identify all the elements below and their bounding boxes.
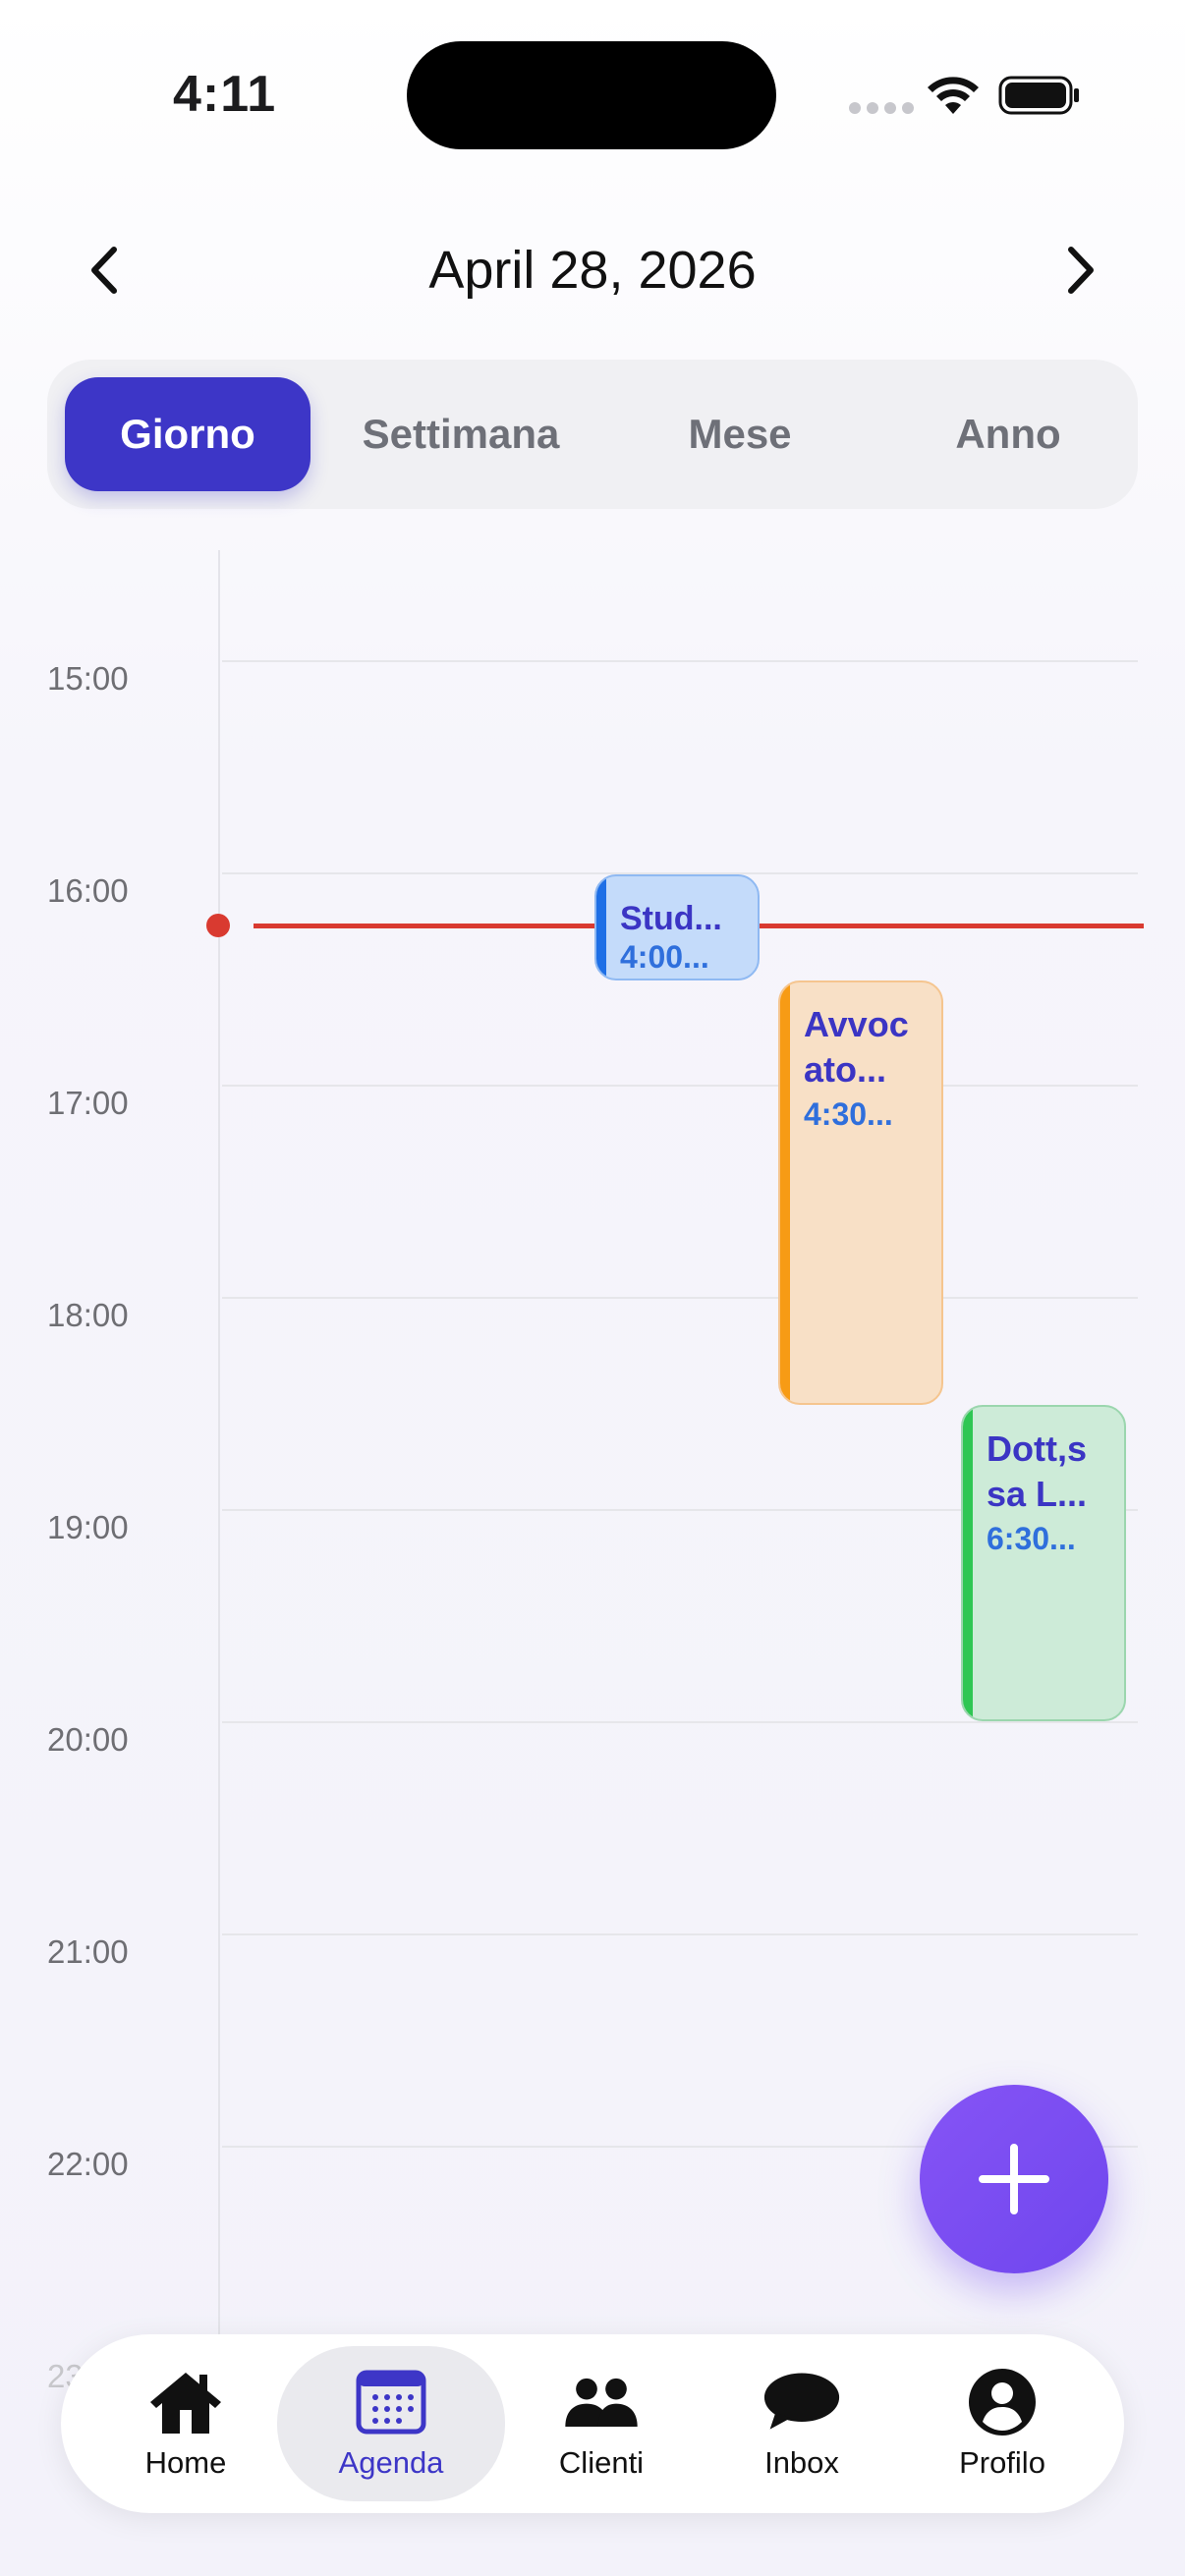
tab-settimana[interactable]: Settimana: [332, 377, 590, 491]
person-circle-icon: [963, 2367, 1042, 2437]
hour-label: 17:00: [47, 1085, 129, 1121]
event-card[interactable]: Avvoc ato... 4:30...: [778, 980, 943, 1405]
date-header: April 28, 2026: [0, 226, 1185, 314]
tab-label: Home: [144, 2445, 227, 2480]
hour-label: 19:00: [47, 1509, 129, 1545]
tab-home[interactable]: Home: [81, 2346, 291, 2501]
event-time: 4:30...: [804, 1096, 893, 1132]
people-icon: [562, 2367, 641, 2437]
hour-line: [222, 1085, 1138, 1087]
event-time: 4:00...: [620, 939, 709, 975]
tab-label: Inbox: [764, 2445, 839, 2480]
hour-label: 15:00: [47, 660, 129, 697]
tab-label: Clienti: [558, 2445, 645, 2480]
add-event-button[interactable]: [920, 2085, 1108, 2273]
tab-profilo[interactable]: Profilo: [894, 2346, 1110, 2501]
tab-giorno[interactable]: Giorno: [65, 377, 310, 491]
view-mode-selector: Giorno Settimana Mese Anno: [47, 360, 1138, 509]
event-card[interactable]: Stud... 4:00...: [594, 874, 760, 980]
calendar-icon: [352, 2367, 430, 2437]
hour-label: 21:00: [47, 1933, 129, 1970]
tab-inbox[interactable]: Inbox: [694, 2346, 910, 2501]
bottom-tab-bar: Home Agenda Clienti Inbox Profilo: [61, 2334, 1124, 2513]
tab-mese[interactable]: Mese: [619, 377, 861, 491]
time-axis: [218, 550, 220, 2417]
event-time: 6:30...: [987, 1521, 1076, 1556]
event-color-bar: [780, 982, 790, 1403]
event-title: Avvoc ato...: [804, 1004, 909, 1090]
wifi-icon: [928, 77, 979, 114]
hour-line: [222, 660, 1138, 662]
plus-icon: [979, 2144, 1049, 2214]
hour-line: [222, 1933, 1138, 1935]
event-title: Dott,s sa L...: [987, 1428, 1088, 1514]
event-color-bar: [596, 876, 606, 979]
house-icon: [146, 2367, 225, 2437]
tab-agenda[interactable]: Agenda: [277, 2346, 505, 2501]
chat-bubble-icon: [762, 2367, 841, 2437]
chevron-right-icon: [1068, 247, 1094, 294]
status-time: 4:11: [173, 66, 277, 123]
tab-label: Profilo: [959, 2445, 1045, 2480]
hour-line: [222, 1297, 1138, 1299]
dynamic-island: [407, 41, 776, 149]
date-title[interactable]: April 28, 2026: [0, 240, 1185, 301]
battery-icon: [998, 76, 1079, 115]
hour-label: 16:00: [47, 872, 129, 909]
cellular-signal-icon: [849, 102, 914, 114]
next-day-button[interactable]: [1047, 236, 1116, 305]
current-time-dot: [206, 914, 230, 937]
tab-anno[interactable]: Anno: [888, 377, 1128, 491]
hour-label: 20:00: [47, 1721, 129, 1758]
status-bar: 4:11: [0, 0, 1185, 187]
tab-label: Agenda: [338, 2445, 444, 2480]
hour-line: [222, 1721, 1138, 1723]
event-title: Stud...: [620, 900, 722, 937]
hour-label: 22:00: [47, 2146, 129, 2182]
event-color-bar: [963, 1407, 973, 1719]
hour-label: 18:00: [47, 1297, 129, 1333]
tab-clienti[interactable]: Clienti: [493, 2346, 709, 2501]
event-card[interactable]: Dott,s sa L... 6:30...: [961, 1405, 1126, 1721]
